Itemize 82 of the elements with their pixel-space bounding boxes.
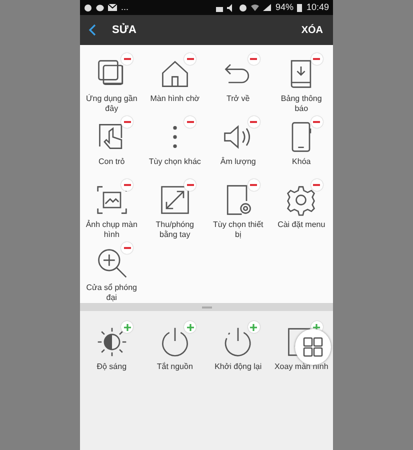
battery-icon (297, 4, 302, 12)
minus-icon (313, 121, 320, 123)
remove-button[interactable] (184, 53, 196, 65)
button-label: Khóa (292, 157, 311, 167)
minus-icon (250, 121, 257, 123)
button-label: Tùy chọn thiết bị (212, 220, 264, 240)
button-label: Tùy chọn khác (148, 157, 201, 167)
remove-button[interactable] (310, 116, 323, 128)
screen-button-item[interactable]: Ứng dụng gần đây (80, 51, 144, 114)
minus-icon (124, 247, 130, 249)
more-options-icon (172, 126, 177, 148)
button-label: Tắt nguồn (156, 362, 193, 372)
back-button[interactable] (88, 24, 96, 36)
button-label: Màn hình chờ (150, 94, 200, 104)
screen-button-item[interactable]: Âm lượng (206, 114, 270, 177)
screenshot-icon (94, 183, 129, 217)
back-icon (88, 24, 96, 36)
minus-icon (313, 184, 320, 186)
plus-icon (313, 324, 320, 330)
remove-button[interactable] (184, 179, 196, 191)
minus-icon (124, 121, 130, 123)
screen-button-item[interactable]: Bảng thông báo (270, 51, 333, 114)
remove-button[interactable] (184, 116, 196, 128)
button-label: Khởi động lại (214, 362, 262, 372)
remove-button[interactable] (121, 242, 133, 254)
button-label: Ứng dụng gần đây (84, 94, 138, 114)
minus-icon (313, 58, 320, 60)
plus-icon (250, 324, 257, 330)
plus-icon (124, 324, 130, 330)
screen-button-item[interactable]: Trở về (206, 51, 270, 114)
add-button[interactable] (248, 321, 260, 333)
add-button[interactable] (121, 321, 133, 333)
button-label: Cài đặt menu (278, 220, 326, 230)
minus-icon (186, 184, 194, 186)
minus-icon (186, 58, 194, 60)
remove-button[interactable] (310, 53, 323, 65)
drag-handle-icon[interactable] (202, 306, 212, 308)
delete-button[interactable]: XÓA (301, 22, 323, 38)
mail-icon (108, 4, 117, 11)
screen-button-item[interactable]: Cài đặt menu (270, 177, 333, 240)
screen-button-item[interactable]: Khởi động lại (206, 319, 270, 382)
minus-icon (124, 184, 130, 186)
remove-button[interactable] (248, 179, 260, 191)
button-label: Ảnh chụp màn hình (84, 220, 138, 240)
more-notifications-text: ... (121, 0, 129, 14)
button-label: Trở về (226, 94, 250, 104)
minus-icon (250, 58, 257, 60)
screen-button-item[interactable]: Màn hình chờ (143, 51, 206, 114)
clock-text: 10:49 (306, 0, 329, 14)
button-label: Xoay màn hình (274, 362, 328, 372)
battery-text: 94% (275, 0, 294, 14)
screen-button-item[interactable]: Độ sáng (80, 319, 144, 382)
button-label: Thu/phóng bằng tay (154, 220, 195, 240)
wifi-icon (251, 4, 260, 11)
screen-button-item[interactable]: Ảnh chụp màn hình (80, 177, 144, 240)
minus-icon (186, 121, 194, 123)
signal-icon (263, 4, 272, 11)
screen-button-item[interactable]: Tùy chọn khác (143, 114, 206, 177)
button-label: Độ sáng (96, 362, 127, 372)
screen-button-item[interactable]: Tùy chọn thiết bị (206, 177, 270, 240)
remove-button[interactable] (248, 116, 260, 128)
screen-button-item[interactable]: Cửa sổ phóng đại (80, 240, 144, 303)
minus-icon (124, 58, 130, 60)
screen-title: SỬA (112, 22, 138, 38)
remove-button[interactable] (248, 53, 260, 65)
screen-button-item[interactable]: Thu/phóng bằng tay (143, 177, 206, 240)
minus-icon (250, 184, 257, 186)
grid-button[interactable] (295, 329, 331, 365)
remove-button[interactable] (310, 179, 323, 191)
plus-icon (186, 324, 194, 330)
grid-icon (303, 336, 323, 357)
screen-button-item[interactable]: Khóa (270, 114, 333, 177)
screen-button-item[interactable]: Con trỏ (80, 114, 144, 177)
screen-button-item[interactable]: Tắt nguồn (143, 319, 206, 382)
remove-button[interactable] (121, 53, 133, 65)
button-label: Cửa sổ phóng đại (85, 283, 138, 302)
add-button[interactable] (184, 321, 196, 333)
button-label: Con trỏ (98, 157, 125, 167)
button-label: Âm lượng (220, 157, 256, 167)
remove-button[interactable] (121, 116, 133, 128)
remove-button[interactable] (121, 179, 133, 191)
button-label: Bảng thông báo (280, 94, 323, 114)
